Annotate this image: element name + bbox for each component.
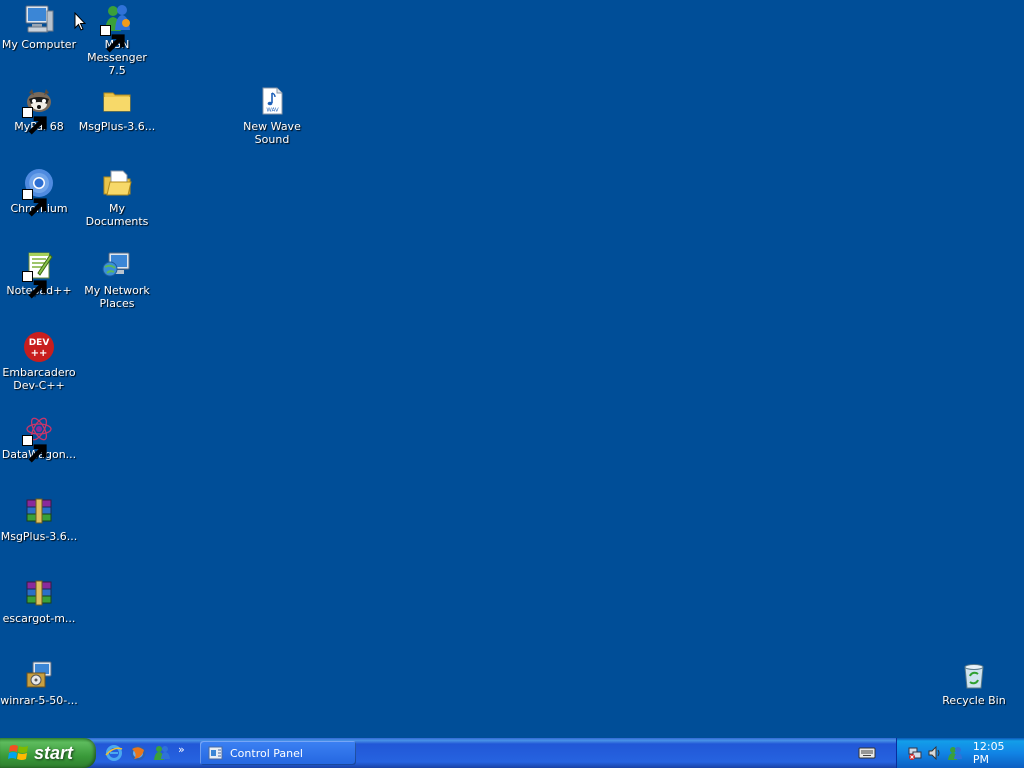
network-disconnected-icon[interactable] — [907, 745, 923, 761]
desktop-icon-label: My Computer — [1, 38, 77, 51]
mypal-raccoon-icon — [22, 84, 56, 135]
winrar-archive-icon — [22, 576, 56, 610]
desktop-icon-dev-cpp[interactable]: DEV ++ Embarcadero Dev-C++ — [0, 330, 78, 392]
desktop-icon-escargot-archive[interactable]: escargot-m... — [0, 576, 78, 625]
chromium-icon — [22, 166, 56, 217]
network-places-icon — [100, 248, 134, 282]
taskbar-button-control-panel[interactable]: Control Panel — [200, 741, 356, 765]
recycle-bin-icon — [957, 658, 991, 692]
taskbar: start » Control Panel 12:05 PM — [0, 738, 1024, 768]
desktop-icon-msgplus-archive[interactable]: MsgPlus-3.6... — [0, 494, 78, 543]
desktop-icon-label: winrar-5-50-... — [0, 694, 78, 707]
desktop[interactable]: My Computer MSN Messenger 7.5 MyPal 68 M… — [0, 0, 1024, 738]
desktop-icon-label: My Network Places — [84, 284, 150, 310]
system-tray: 12:05 PM — [896, 738, 1024, 768]
control-panel-icon — [208, 746, 223, 760]
desktop-icon-msn-messenger[interactable]: MSN Messenger 7.5 — [78, 2, 156, 77]
desktop-icon-my-documents[interactable]: My Documents — [78, 166, 156, 228]
desktop-icon-my-computer[interactable]: My Computer — [0, 2, 78, 51]
shortcut-arrow-icon — [22, 435, 47, 463]
desktop-icon-label: Embarcadero Dev-C++ — [2, 366, 76, 392]
quick-launch-more-button[interactable]: » — [178, 743, 185, 756]
my-documents-icon — [100, 166, 134, 200]
desktop-icon-label: Recycle Bin — [942, 694, 1006, 707]
desktop-icon-mypal[interactable]: MyPal 68 — [0, 84, 78, 135]
keyboard-language-icon[interactable] — [858, 746, 876, 760]
shortcut-arrow-icon — [22, 107, 47, 135]
wav-file-icon: WAV — [255, 84, 289, 118]
ie-icon[interactable] — [104, 743, 124, 763]
firefox-icon[interactable] — [128, 743, 148, 763]
windows-flag-icon — [8, 745, 28, 760]
desktop-icon-recycle-bin[interactable]: Recycle Bin — [935, 658, 1013, 707]
my-computer-icon — [22, 2, 56, 36]
msn-messenger-icon — [100, 2, 134, 53]
notepad-plus-plus-icon — [22, 248, 56, 299]
msn-icon[interactable] — [152, 743, 172, 763]
desktop-icon-label: MsgPlus-3.6... — [0, 530, 78, 543]
desktop-icon-chromium[interactable]: Chromium — [0, 166, 78, 217]
shortcut-arrow-icon — [22, 271, 47, 299]
installer-icon — [22, 658, 56, 692]
start-label: start — [34, 742, 74, 763]
desktop-icon-datawagon[interactable]: DataWagon... — [0, 412, 78, 463]
desktop-icon-label: My Documents — [85, 202, 149, 228]
svg-text:DEV: DEV — [29, 338, 50, 348]
desktop-icon-winrar-installer[interactable]: winrar-5-50-... — [0, 658, 78, 707]
desktop-icon-msgplus-folder[interactable]: MsgPlus-3.6... — [78, 84, 156, 133]
dev-cpp-icon: DEV ++ — [22, 330, 56, 364]
desktop-icon-label: escargot-m... — [2, 612, 76, 625]
desktop-icon-label: MsgPlus-3.6... — [78, 120, 156, 133]
desktop-icon-new-wave-sound[interactable]: WAV New Wave Sound — [233, 84, 311, 146]
desktop-icon-notepad-plus-plus[interactable]: Notepad++ — [0, 248, 78, 299]
shortcut-arrow-icon — [100, 25, 125, 53]
taskbar-button-label: Control Panel — [230, 746, 303, 760]
clock[interactable]: 12:05 PM — [973, 740, 1024, 766]
quick-launch: » — [104, 743, 185, 763]
desktop-icon-label: New Wave Sound — [243, 120, 301, 146]
svg-text:++: ++ — [31, 348, 48, 359]
winrar-archive-icon — [22, 494, 56, 528]
svg-text:WAV: WAV — [266, 108, 279, 114]
folder-icon — [100, 84, 134, 118]
datawagon-icon — [22, 412, 56, 463]
start-button[interactable]: start — [0, 738, 96, 768]
mouse-cursor-icon — [74, 12, 86, 31]
volume-icon[interactable] — [927, 745, 943, 761]
desktop-icon-my-network-places[interactable]: My Network Places — [78, 248, 156, 310]
msn-tray-icon[interactable] — [947, 745, 963, 761]
shortcut-arrow-icon — [22, 189, 47, 217]
